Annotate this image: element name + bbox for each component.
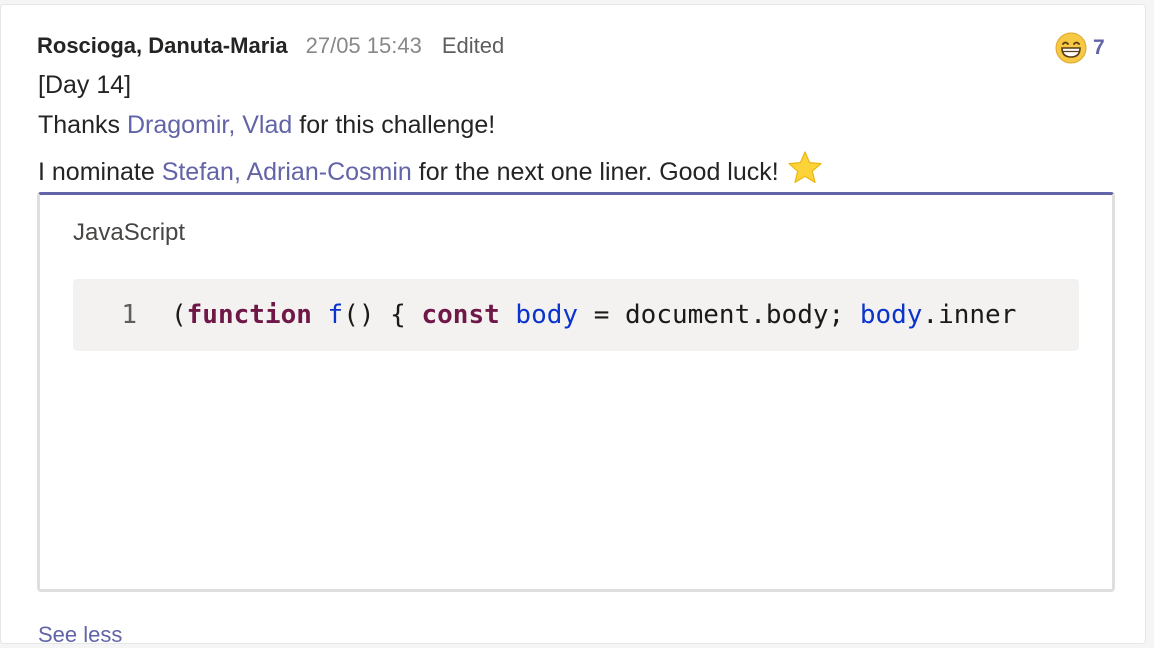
reaction-button[interactable]: 7	[1055, 32, 1105, 64]
reaction-count: 7	[1093, 36, 1105, 59]
code-snippet: JavaScript 1 (function f() { const body =…	[37, 192, 1115, 592]
line-number: 1	[121, 300, 137, 330]
message-line-1: [Day 14]	[38, 70, 131, 100]
message-timestamp: 27/05 15:43	[305, 33, 422, 58]
code-keyword: function	[186, 300, 312, 330]
star-icon	[788, 151, 822, 183]
code-line: 1 (function f() { const body = document.b…	[73, 279, 1016, 351]
author-name[interactable]: Roscioga, Danuta-Maria	[37, 33, 288, 59]
grinning-face-icon	[1055, 32, 1087, 64]
code-token: = document.body;	[578, 300, 860, 330]
code-identifier: f	[327, 300, 344, 330]
code-identifier: body	[515, 300, 579, 330]
see-less-link[interactable]: See less	[38, 622, 122, 648]
code-language-label: JavaScript	[73, 219, 186, 246]
mention-dragomir-vlad[interactable]: Dragomir, Vlad	[127, 111, 292, 139]
code-token: () {	[343, 300, 422, 330]
message-line-2: Thanks Dragomir, Vlad for this challenge…	[38, 110, 495, 140]
code-identifier: body	[859, 300, 923, 330]
message-line-3: I nominate Stefan, Adrian-Cosmin for the…	[38, 150, 823, 187]
line3-prefix: I nominate	[38, 158, 162, 186]
line2-prefix: Thanks	[38, 111, 127, 139]
edited-label: Edited	[441, 33, 505, 58]
day-label: [Day 14]	[38, 71, 132, 99]
line3-suffix: for the next one liner. Good luck!	[411, 158, 779, 186]
message-header: Roscioga, Danuta-Maria 27/05 15:43 Edite…	[37, 33, 504, 63]
code-area[interactable]: 1 (function f() { const body = document.b…	[73, 279, 1079, 351]
code-keyword: const	[421, 300, 500, 330]
mention-stefan-adrian-cosmin[interactable]: Stefan, Adrian-Cosmin	[162, 158, 412, 186]
message-card: Roscioga, Danuta-Maria 27/05 15:43 Edite…	[0, 4, 1146, 647]
code-token: (	[171, 300, 187, 330]
code-token: .inner	[922, 300, 1017, 330]
line2-suffix: for this challenge!	[292, 111, 496, 139]
